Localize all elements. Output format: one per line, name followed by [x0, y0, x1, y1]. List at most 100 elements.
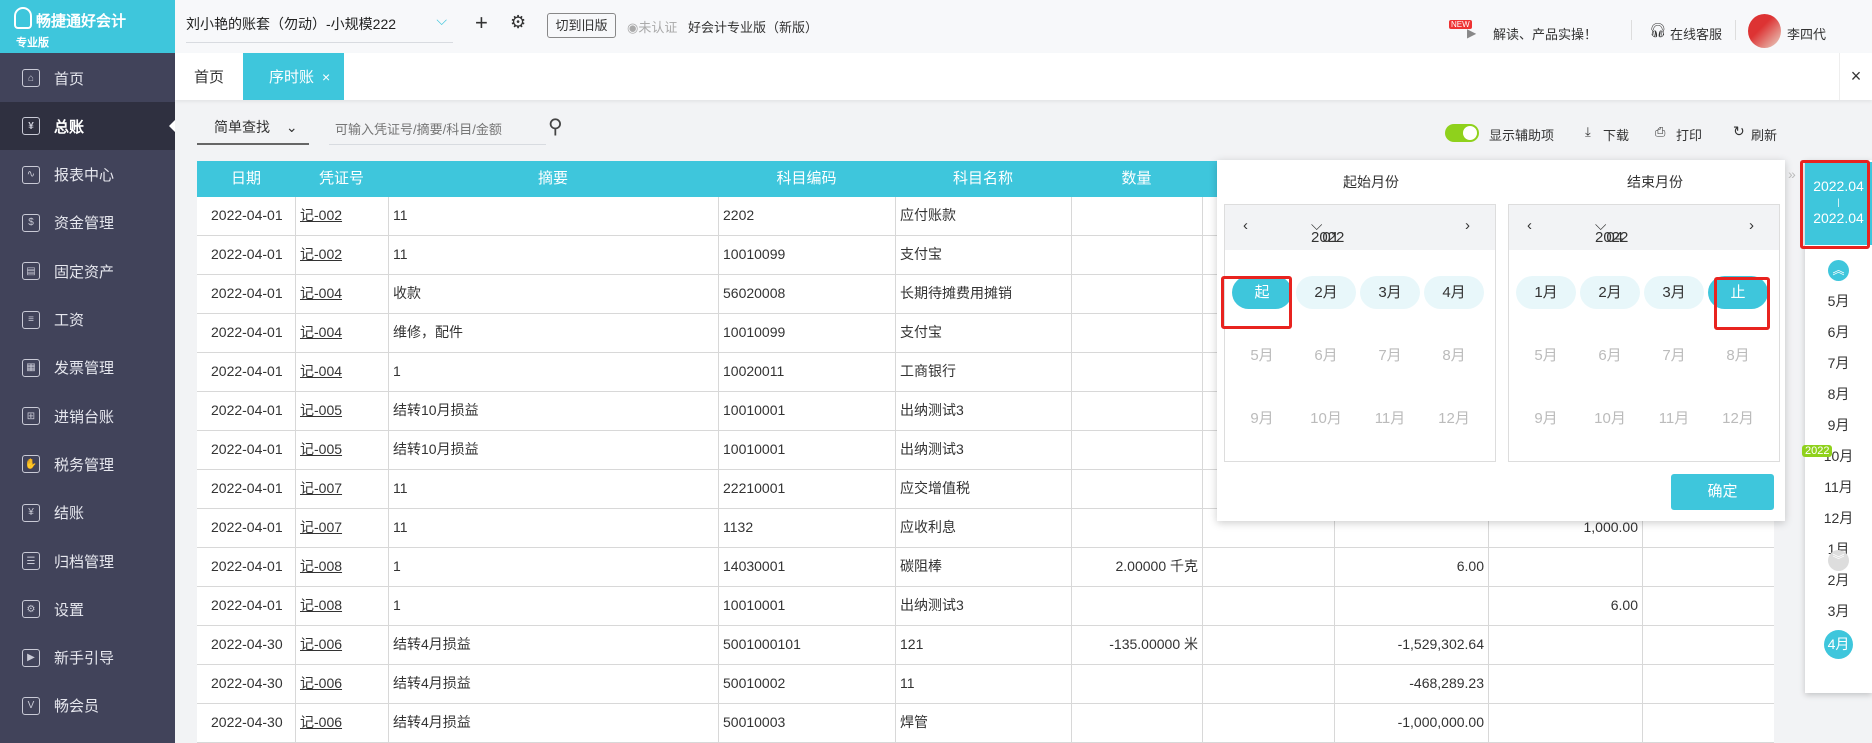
download-button[interactable]: 下载: [1603, 125, 1629, 144]
voucher-link[interactable]: 记-002: [300, 207, 342, 223]
sidebar-item[interactable]: ▤ 固定资产: [0, 247, 175, 295]
period-month[interactable]: 6月: [1805, 320, 1872, 344]
column-header[interactable]: 凭证号: [295, 161, 388, 197]
month-option[interactable]: 3月: [1360, 276, 1420, 309]
sidebar-item[interactable]: ✋ 税务管理: [0, 440, 175, 488]
month-option[interactable]: 1月: [1516, 276, 1576, 309]
aux-toggle[interactable]: [1445, 124, 1479, 142]
table-cell: 121: [895, 626, 1071, 665]
table-row[interactable]: 2022-04-01 记-008 1 14030001 碳阻棒 2.00000 千克 6.0…: [197, 548, 1774, 587]
prev-year-icon[interactable]: ‹: [1527, 217, 1532, 234]
period-month[interactable]: 3月: [1805, 599, 1872, 623]
close-all-button[interactable]: ×: [1839, 53, 1872, 100]
voucher-link[interactable]: 记-004: [300, 285, 342, 301]
table-cell: 5001000101: [718, 626, 895, 665]
sidebar-item[interactable]: ⊞ 进销台账: [0, 392, 175, 440]
voucher-link[interactable]: 记-005: [300, 402, 342, 418]
sidebar-item[interactable]: ⌂ 首页: [0, 54, 175, 102]
user-name[interactable]: 李四代: [1787, 24, 1826, 43]
sidebar-item[interactable]: ▶ 新手引导: [0, 634, 175, 682]
period-month[interactable]: 2月: [1805, 568, 1872, 592]
sidebar-item[interactable]: ¥ 结账: [0, 489, 175, 537]
download-icon[interactable]: ⤓: [1585, 124, 1591, 140]
refresh-button[interactable]: 刷新: [1751, 125, 1777, 144]
divider: [1631, 20, 1632, 40]
column-header[interactable]: 科目名称: [895, 161, 1071, 197]
month-option[interactable]: 3月: [1644, 276, 1704, 309]
voucher-link[interactable]: 记-007: [300, 519, 342, 535]
start-year-select[interactable]: 2022 ⌵ 01: [1311, 217, 1344, 246]
account-selector[interactable]: 刘小艳的账套（勿动）-小规模222 ⌵: [186, 12, 453, 43]
table-cell: [1071, 704, 1202, 743]
refresh-icon[interactable]: ↻: [1733, 123, 1745, 140]
print-button[interactable]: 打印: [1676, 125, 1702, 144]
sidebar-item[interactable]: ¥ 总账: [0, 102, 175, 151]
next-year-icon[interactable]: ›: [1465, 217, 1470, 234]
search-icon[interactable]: ⚲: [548, 114, 563, 139]
sidebar-item[interactable]: ≡ 工资: [0, 296, 175, 344]
table-row[interactable]: 2022-04-30 记-006 结转4月损益 50010002 11 -468,289.…: [197, 665, 1774, 704]
month-option[interactable]: 2月: [1580, 276, 1640, 309]
next-year-icon[interactable]: ›: [1749, 217, 1754, 234]
add-icon[interactable]: +: [475, 10, 488, 36]
cert-status[interactable]: ◉未认证: [627, 17, 677, 36]
online-service-link[interactable]: 在线客服: [1670, 24, 1722, 43]
month-option: 12月: [1722, 410, 1754, 427]
column-header[interactable]: 日期: [197, 161, 295, 197]
table-row[interactable]: 2022-04-30 记-006 结转4月损益 50010003 焊管 -1,000,00…: [197, 704, 1774, 743]
voucher-link[interactable]: 记-006: [300, 714, 342, 730]
confirm-button[interactable]: 确定: [1671, 474, 1774, 510]
tab-journal[interactable]: 序时账 ×: [243, 53, 344, 100]
close-tab-icon[interactable]: ×: [322, 69, 330, 85]
sidebar-item[interactable]: V 畅会员: [0, 682, 175, 730]
period-month[interactable]: 7月: [1805, 351, 1872, 375]
print-icon[interactable]: ⎙: [1655, 124, 1665, 140]
sidebar-item[interactable]: ▦ 发票管理: [0, 344, 175, 392]
month-option[interactable]: 2月: [1296, 276, 1356, 309]
search-input[interactable]: [329, 114, 546, 145]
switch-old-version-button[interactable]: 切到旧版: [547, 13, 616, 38]
sidebar-item[interactable]: ⚙ 设置: [0, 585, 175, 633]
sidebar-item[interactable]: ∿ 报表中心: [0, 151, 175, 199]
double-chevron-right-icon[interactable]: »: [1788, 166, 1796, 182]
chevron-down-icon: ⌄: [285, 119, 298, 135]
scroll-up-icon[interactable]: ︽: [1828, 260, 1849, 281]
period-month[interactable]: 12月: [1805, 506, 1872, 530]
voucher-link[interactable]: 记-004: [300, 363, 342, 379]
table-cell: 出纳测试3: [895, 587, 1071, 626]
voucher-link[interactable]: 记-008: [300, 558, 342, 574]
search-mode-select[interactable]: 简单查找 ⌄: [197, 114, 309, 145]
period-month[interactable]: 4月: [1824, 630, 1853, 659]
period-month[interactable]: 9月: [1805, 413, 1872, 437]
column-header[interactable]: 摘要: [388, 161, 718, 197]
month-option: 5月: [1534, 347, 1558, 364]
scroll-down-icon[interactable]: ︾: [1828, 550, 1849, 571]
table-row[interactable]: 2022-04-01 记-008 1 10010001 出纳测试3 6.00: [197, 587, 1774, 626]
voucher-link[interactable]: 记-006: [300, 675, 342, 691]
month-option[interactable]: 4月: [1424, 276, 1484, 309]
column-header[interactable]: 数量: [1071, 161, 1202, 197]
voucher-link[interactable]: 记-005: [300, 441, 342, 457]
tab-home[interactable]: 首页: [194, 53, 224, 100]
toggle-knob: [1463, 126, 1477, 140]
period-month[interactable]: 8月: [1805, 382, 1872, 406]
month-option: 5月: [1250, 347, 1274, 364]
gear-icon[interactable]: ⚙: [510, 12, 526, 33]
table-cell: 10010001: [718, 392, 895, 431]
voucher-link[interactable]: 记-004: [300, 324, 342, 340]
table-cell: 10010001: [718, 587, 895, 626]
voucher-link[interactable]: 记-008: [300, 597, 342, 613]
period-month[interactable]: 5月: [1805, 289, 1872, 313]
sidebar-item[interactable]: ☰ 归档管理: [0, 537, 175, 585]
voucher-link[interactable]: 记-006: [300, 636, 342, 652]
sidebar-item[interactable]: $ 资金管理: [0, 199, 175, 247]
table-row[interactable]: 2022-04-30 记-006 结转4月损益 5001000101 121 -135.0…: [197, 626, 1774, 665]
column-header[interactable]: 科目编码: [718, 161, 895, 197]
end-year-select[interactable]: 2022 ⌵ 04: [1595, 217, 1628, 246]
voucher-link[interactable]: 记-002: [300, 246, 342, 262]
prev-year-icon[interactable]: ‹: [1243, 217, 1248, 234]
avatar[interactable]: [1748, 14, 1781, 48]
news-link[interactable]: 解读、产品实操！: [1493, 24, 1597, 43]
period-month[interactable]: 11月: [1805, 475, 1872, 499]
voucher-link[interactable]: 记-007: [300, 480, 342, 496]
